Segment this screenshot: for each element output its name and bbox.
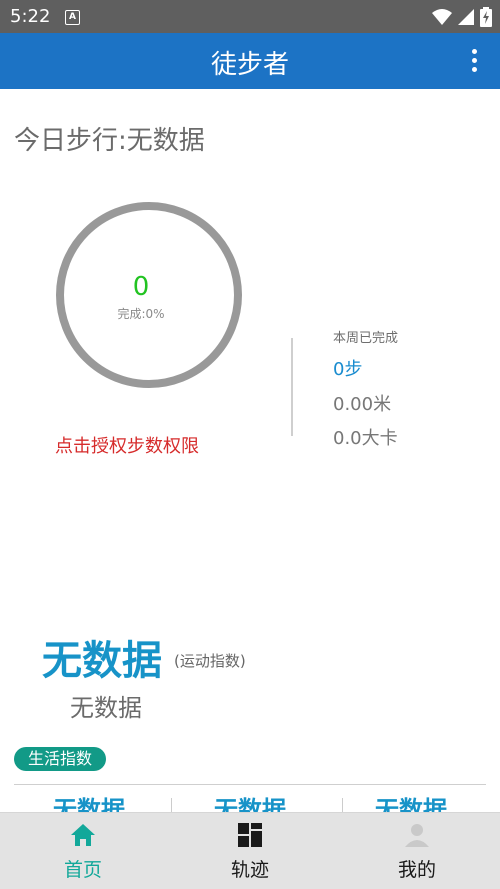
week-calories: 0.0大卡 [333, 428, 398, 449]
app-bar: 徒步者 [0, 33, 500, 89]
life-index-cards: 无数据 无数据 无数据 [14, 790, 486, 812]
signal-icon [458, 9, 474, 25]
nav-track-label: 轨迹 [230, 859, 269, 881]
bottom-navigation: 首页 轨迹 我的 [0, 812, 500, 889]
week-distance: 0.00米 [333, 394, 392, 415]
person-icon [405, 824, 429, 847]
nav-profile-label: 我的 [397, 859, 436, 881]
grid-icon [238, 823, 262, 847]
vertical-divider [291, 338, 293, 436]
ring-step-count: 0 [132, 272, 150, 302]
home-icon [71, 824, 95, 846]
week-steps: 0步 [333, 359, 363, 380]
life-index-pill: 生活指数 [14, 747, 107, 771]
ring-completion: 完成:0% [117, 307, 165, 321]
sport-index-label: (运动指数) [174, 652, 246, 670]
card-divider [171, 798, 172, 812]
more-options-icon[interactable] [470, 49, 478, 75]
app-notification-icon: A [65, 10, 80, 25]
app-title: 徒步者 [210, 50, 289, 80]
life-index-card[interactable]: 无数据 [175, 790, 325, 812]
sport-index-subtitle: 无数据 [70, 694, 142, 722]
life-index-card[interactable]: 无数据 [14, 790, 164, 812]
life-index-card[interactable]: 无数据 [336, 790, 486, 812]
nav-home-label: 首页 [63, 859, 102, 881]
horizontal-divider [14, 784, 486, 785]
wifi-icon [432, 9, 452, 25]
status-time: 5:22 [10, 6, 51, 27]
nav-track[interactable]: 轨迹 [167, 813, 333, 889]
battery-charging-icon [480, 7, 492, 27]
week-completed-label: 本周已完成 [333, 331, 399, 346]
nav-profile[interactable]: 我的 [334, 813, 500, 889]
today-steps-label: 今日步行:无数据 [14, 126, 205, 156]
authorize-steps-link[interactable]: 点击授权步数权限 [55, 432, 199, 458]
sport-index-value: 无数据 [42, 638, 162, 684]
status-icons [432, 7, 492, 27]
status-bar: 5:22 A [0, 0, 500, 33]
nav-home[interactable]: 首页 [0, 813, 166, 889]
